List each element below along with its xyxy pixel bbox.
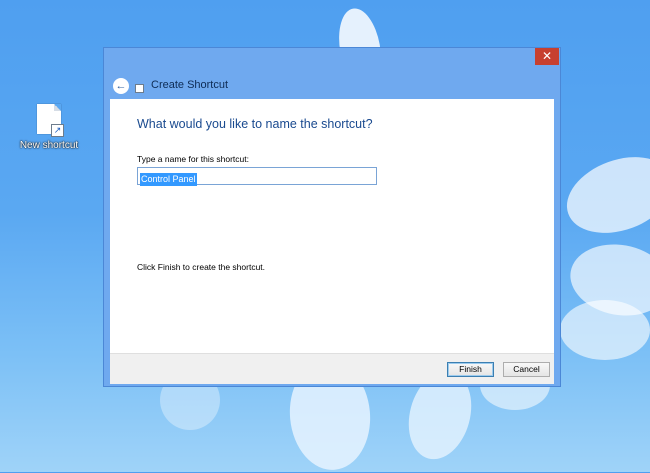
wallpaper-petal — [556, 143, 650, 247]
finish-hint: Click Finish to create the shortcut. — [137, 262, 266, 272]
back-arrow-icon[interactable]: ← — [113, 78, 129, 94]
desktop-shortcut-label: New shortcut — [19, 140, 79, 151]
shortcut-icon — [135, 84, 144, 93]
shortcut-name-input[interactable]: Control Panel — [137, 167, 377, 186]
dialog-content: What would you like to name the shortcut… — [110, 99, 554, 353]
document-icon: ↗ — [37, 104, 64, 137]
desktop-shortcut[interactable]: ↗ New shortcut — [18, 104, 80, 151]
page-heading: What would you like to name the shortcut… — [137, 117, 373, 131]
dialog-title: Create Shortcut — [151, 79, 229, 91]
name-field-label: Type a name for this shortcut: — [137, 154, 249, 164]
shortcut-arrow-icon: ↗ — [51, 124, 64, 137]
wallpaper-petal — [560, 300, 650, 360]
dialog-titlebar: ← Create Shortcut — [104, 74, 560, 98]
create-shortcut-dialog: ✕ ← Create Shortcut What would you like … — [103, 47, 561, 387]
cancel-button[interactable]: Cancel — [503, 362, 550, 377]
shortcut-name-value: Control Panel — [140, 173, 197, 186]
close-button[interactable]: ✕ — [535, 48, 559, 65]
finish-button[interactable]: Finish — [447, 362, 494, 377]
dialog-footer: Finish Cancel — [110, 353, 554, 384]
